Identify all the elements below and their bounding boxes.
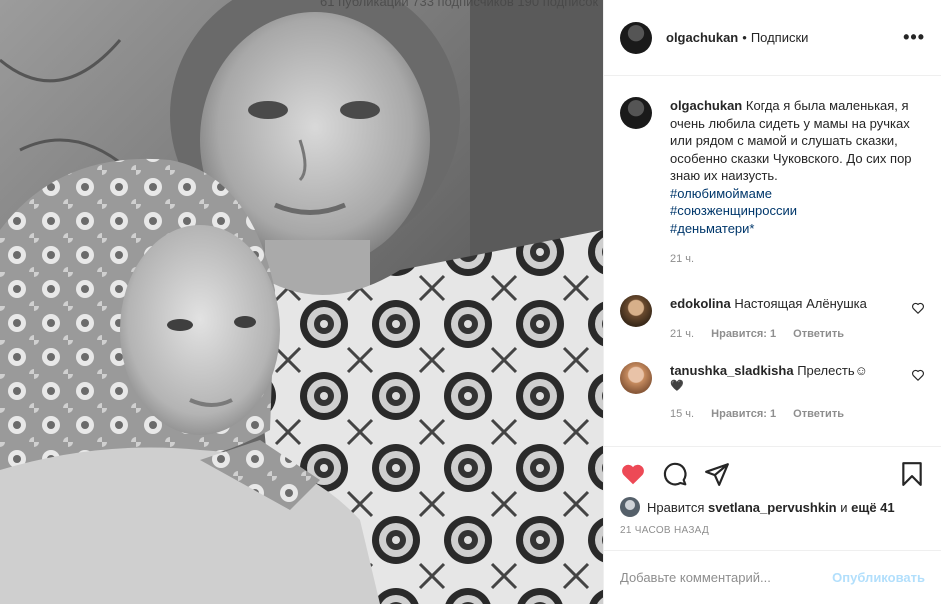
caption: olgachukan Когда я была маленькая, я оче…	[620, 97, 925, 269]
liker-username[interactable]: svetlana_pervushkin	[708, 500, 837, 515]
caption-meta: 21 ч.	[670, 251, 925, 269]
post-side-panel: olgachukan • Подписки ••• olgachukan Ког…	[603, 0, 941, 604]
following-button[interactable]: Подписки	[751, 30, 809, 45]
likes-prefix: Нравится	[647, 499, 705, 515]
author-username[interactable]: olgachukan	[666, 30, 738, 45]
commenter-username[interactable]: tanushka_sladkisha	[670, 363, 794, 378]
caption-username[interactable]: olgachukan	[670, 98, 742, 113]
commenter-avatar[interactable]	[620, 294, 652, 327]
hashtag-link[interactable]: #деньматери*	[670, 220, 925, 238]
likes-mid: и	[840, 499, 848, 515]
commenter-avatar[interactable]	[620, 361, 652, 394]
liker-avatar[interactable]	[620, 497, 640, 517]
comment-like-heart-icon[interactable]	[911, 368, 925, 382]
comment-text: Настоящая Алёнушка	[734, 295, 867, 311]
comment-input[interactable]	[620, 570, 833, 585]
comment-bubble-icon[interactable]	[662, 461, 688, 487]
likes-more-link[interactable]: ещё 41	[851, 500, 895, 515]
comment-likes[interactable]: Нравится: 1	[711, 408, 776, 420]
bookmark-icon[interactable]	[899, 461, 925, 487]
black-heart-emoji: 🖤	[670, 380, 684, 392]
reply-button[interactable]: Ответить	[793, 328, 844, 340]
photo-image	[0, 0, 603, 604]
comment-item: edokolina Настоящая Алёнушка 21 ч. Нрави…	[620, 294, 925, 344]
share-send-icon[interactable]	[704, 461, 730, 487]
header-separator: •	[742, 30, 747, 45]
post-actions: Нравится svetlana_pervushkin и ещё 41	[604, 446, 941, 517]
profile-stats-text: 61 публикаций 733 подписчиков 190 подпис…	[320, 0, 599, 9]
author-avatar[interactable]	[620, 21, 652, 54]
commenter-username[interactable]: edokolina	[670, 296, 731, 311]
comment-meta: 21 ч. Нравится: 1 Ответить	[670, 326, 899, 344]
hashtag-link[interactable]: #союзженщинроссии	[670, 202, 925, 220]
more-horizontal-icon[interactable]: •••	[903, 27, 925, 48]
publish-button[interactable]: Опубликовать	[832, 570, 925, 585]
comment-meta: 15 ч. Нравится: 1 Ответить	[670, 406, 899, 424]
post-timestamp[interactable]: 21 ЧАСОВ НАЗАД	[620, 525, 709, 536]
caption-time[interactable]: 21 ч.	[670, 253, 694, 265]
comment-time[interactable]: 15 ч.	[670, 408, 694, 420]
comment-text: Прелесть☺	[797, 362, 868, 378]
post-header: olgachukan • Подписки •••	[604, 0, 941, 76]
post-photo[interactable]: 61 публикаций 733 подписчиков 190 подпис…	[0, 0, 603, 604]
comment-item: tanushka_sladkisha Прелесть☺ 🖤 15 ч. Нра…	[620, 361, 925, 424]
caption-avatar[interactable]	[620, 97, 652, 129]
hashtag-link[interactable]: #олюбимоймаме	[670, 185, 925, 203]
likes-summary: Нравится svetlana_pervushkin и ещё 41	[620, 497, 925, 517]
like-heart-icon[interactable]	[620, 461, 646, 487]
reply-button[interactable]: Ответить	[793, 408, 844, 420]
comment-like-heart-icon[interactable]	[911, 301, 925, 315]
add-comment-bar: Опубликовать	[604, 550, 941, 604]
comment-likes[interactable]: Нравится: 1	[711, 328, 776, 340]
comments-list[interactable]: olgachukan Когда я была маленькая, я оче…	[604, 77, 941, 446]
comment-time[interactable]: 21 ч.	[670, 328, 694, 340]
